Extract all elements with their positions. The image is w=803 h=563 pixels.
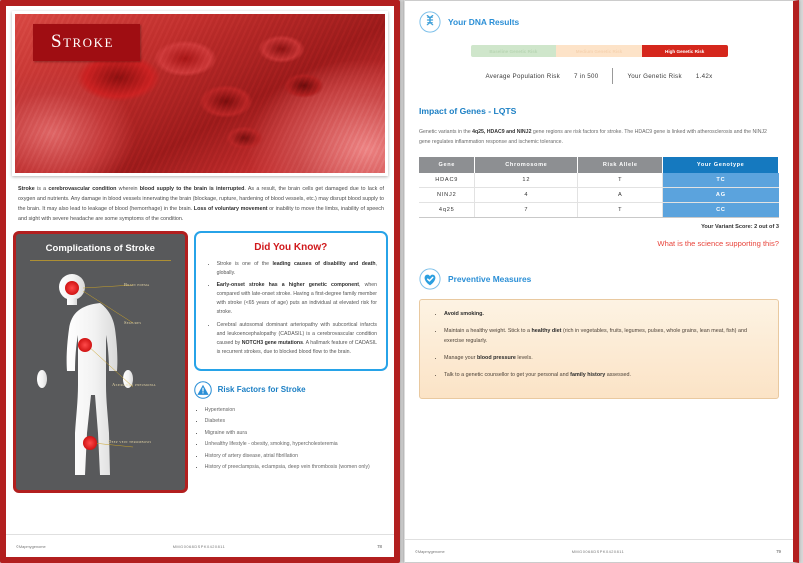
column-header-your-genotype: Your Genotype — [662, 156, 779, 173]
table-row: NINJ2 4 A AG — [419, 187, 779, 203]
column-header-chromosome: Chromosome — [474, 156, 579, 173]
list-item: History of preeclampsia, eclampsia, deep… — [205, 462, 388, 473]
divider — [30, 260, 171, 261]
risk-factors-header: Risk Factors for Stroke — [193, 381, 388, 399]
table-cell: TC — [662, 172, 779, 188]
your-genetic-risk-value: 1.42x — [695, 72, 713, 80]
table-row: 4q25 7 T CC — [419, 202, 779, 218]
complications-panel: Complications of Stroke Brain edema Seiz… — [13, 231, 188, 493]
table-cell: CC — [662, 202, 779, 218]
warning-triangle-icon — [193, 381, 212, 399]
table-row: HDAC9 12 T TC — [419, 172, 779, 188]
divider — [612, 68, 614, 84]
label-deep-vein-thrombosis: Deep vein thrombosis — [108, 439, 152, 444]
list-item: Cerebral autosomal dominant arteriopathy… — [217, 321, 377, 357]
dna-results-header: Your DNA Results — [419, 11, 779, 33]
list-item: Migraine with aura — [205, 428, 388, 439]
risk-summary-row: Average Population Risk 7 in 500 Your Ge… — [419, 68, 779, 84]
footer-code: MMG0068DSPK0420811 — [571, 548, 625, 554]
complications-title: Complications of Stroke — [45, 243, 155, 254]
table-cell: T — [577, 172, 664, 188]
science-support-link[interactable]: What is the science supporting this? — [419, 239, 779, 248]
table-cell: 7 — [474, 202, 579, 218]
column-header-gene: Gene — [419, 156, 476, 173]
left-page: Stroke Stroke is a cerebrovascular condi… — [0, 0, 400, 563]
complications-column: Complications of Stroke Brain edema Seiz… — [13, 231, 188, 493]
risk-factors-title: Risk Factors for Stroke — [217, 385, 306, 395]
footer-code: MMG0068DSPK0420811 — [172, 543, 226, 549]
list-item: Maintain a healthy weight. Stick to a he… — [444, 326, 767, 346]
hero-image: Stroke — [12, 11, 388, 176]
list-item: Diabetes — [205, 416, 388, 427]
table-cell: NINJ2 — [419, 187, 476, 203]
table-cell: 4q25 — [419, 202, 476, 218]
marker-chest — [78, 338, 93, 352]
risk-factors-panel: Risk Factors for Stroke HypertensionDiab… — [193, 381, 388, 474]
page-title: Stroke — [33, 24, 140, 61]
footer-page-number: 78 — [377, 543, 382, 549]
column-header-risk-allele: Risk Allele — [577, 156, 664, 173]
risk-segment-baseline: Baseline Genetic Risk — [470, 45, 557, 57]
list-item: Stroke is one of the leading causes of d… — [217, 260, 377, 278]
did-you-know-list: Stroke is one of the leading causes of d… — [205, 260, 377, 357]
preventive-measures-header: Preventive Measures — [419, 268, 779, 290]
label-aspiration-pneumonia: Aspiration pneumonia — [112, 382, 156, 387]
right-page: Your DNA Results Baseline Genetic Risk M… — [404, 0, 799, 563]
did-you-know-panel: Did You Know? Stroke is one of the leadi… — [193, 231, 388, 371]
footer-copyright: ©Mapmygenome — [415, 548, 445, 554]
impact-of-genes-text: Genetic variants in the 4q25, HDAC9 and … — [419, 129, 767, 145]
label-seizures: Seizures — [124, 320, 142, 325]
list-item: Hypertension — [205, 405, 388, 416]
avg-population-risk-label: Average Population Risk — [485, 72, 561, 80]
footer-copyright: ©Mapmygenome — [16, 543, 46, 549]
info-column: Did You Know? Stroke is one of the leadi… — [193, 231, 388, 493]
lower-columns: Complications of Stroke Brain edema Seiz… — [13, 231, 388, 493]
left-footer: ©Mapmygenome MMG0068DSPK0420811 78 — [6, 534, 394, 557]
list-item: History of artery disease, atrial fibril… — [205, 451, 388, 462]
document-spread: Stroke Stroke is a cerebrovascular condi… — [0, 0, 803, 563]
intro-paragraph: Stroke is a cerebrovascular condition wh… — [18, 186, 385, 222]
impact-of-genes-title: Impact of Genes - LQTS — [419, 106, 517, 116]
dna-results-title: Your DNA Results — [448, 17, 520, 27]
preventive-measures-list: Avoid smoking. Maintain a healthy weight.… — [431, 309, 767, 380]
table-cell: HDAC9 — [419, 172, 476, 188]
your-genetic-risk-label: Your Genetic Risk — [627, 72, 682, 80]
did-you-know-title: Did You Know? — [254, 242, 328, 253]
dna-icon — [419, 11, 441, 33]
table-cell: 4 — [474, 187, 579, 203]
table-cell: A — [577, 187, 664, 203]
risk-segment-medium: Medium Genetic Risk — [556, 45, 642, 57]
list-item: Manage your blood pressure levels. — [444, 353, 767, 363]
list-item: Early-onset stroke has a higher genetic … — [217, 281, 377, 317]
risk-factors-list: HypertensionDiabetesMigraine with auraUn… — [194, 405, 388, 474]
risk-segment-high: High Genetic Risk — [641, 45, 728, 57]
label-brain-edema: Brain edema — [124, 282, 150, 287]
preventive-measures-panel: Avoid smoking. Maintain a healthy weight.… — [419, 298, 779, 399]
avg-population-risk-value: 7 in 500 — [574, 72, 599, 80]
human-body-diagram — [37, 274, 134, 475]
footer-page-number: 79 — [776, 548, 781, 554]
genotype-table: Gene Chromosome Risk Allele Your Genotyp… — [419, 156, 779, 218]
variant-score: Your Variant Score: 2 out of 3 — [701, 223, 779, 230]
table-header-row: Gene Chromosome Risk Allele Your Genotyp… — [419, 156, 779, 173]
table-cell: AG — [662, 187, 779, 203]
table-cell: T — [577, 202, 664, 218]
list-item: Avoid smoking. — [444, 309, 767, 319]
risk-scale: Baseline Genetic Risk Medium Genetic Ris… — [470, 45, 728, 57]
preventive-measures-title: Preventive Measures — [448, 273, 532, 284]
list-item: Unhealthy lifestyle - obesity, smoking, … — [205, 439, 388, 450]
table-cell: 12 — [474, 172, 579, 188]
list-item: Talk to a genetic counsellor to get your… — [444, 370, 767, 380]
right-footer: ©Mapmygenome MMG0068DSPK0420811 79 — [405, 539, 793, 562]
marker-leg — [83, 436, 98, 450]
marker-brain — [65, 281, 80, 295]
table-body: HDAC9 12 T TC NINJ2 4 A AG 4q25 7 T CC — [419, 172, 779, 218]
heart-check-icon — [419, 268, 441, 290]
